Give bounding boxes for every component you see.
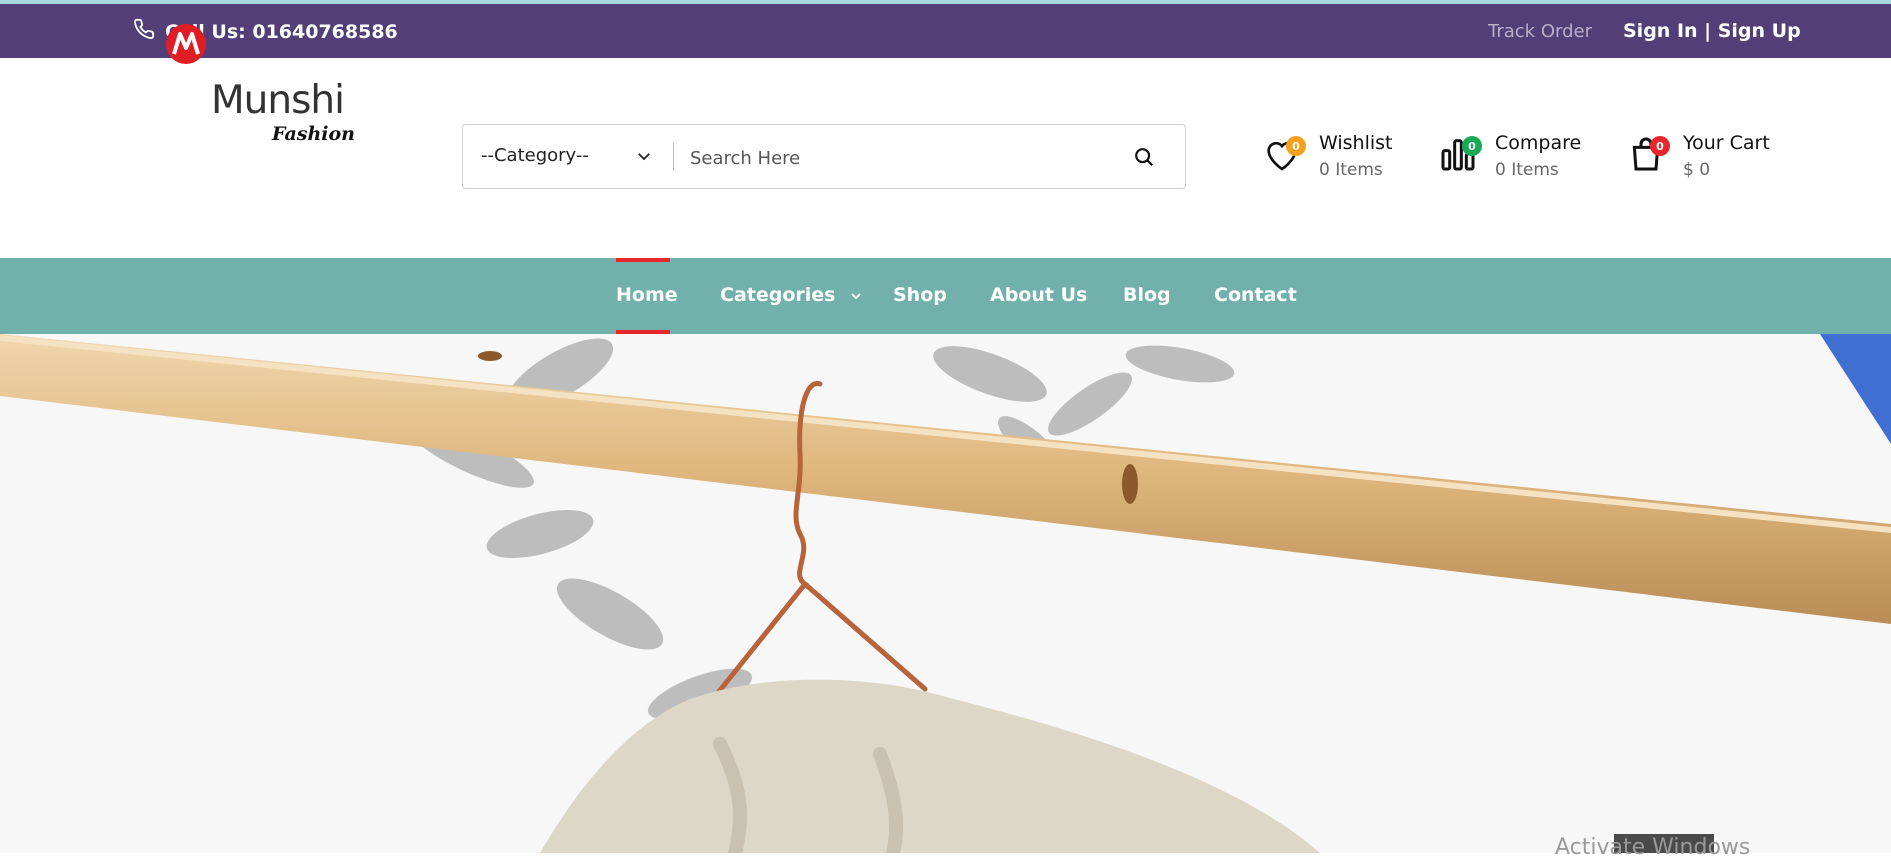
- top-bar: Call Us: 01640768586 Track Order Sign In…: [0, 4, 1891, 58]
- search-divider: [673, 143, 674, 171]
- logo-sub: Fashion: [272, 123, 355, 145]
- compare-badge: 0: [1462, 136, 1482, 156]
- search-icon[interactable]: [1133, 146, 1155, 172]
- hero-banner-image: [0, 334, 1891, 853]
- nav-categories-label: Categories: [720, 284, 836, 306]
- nav-categories[interactable]: Categories: [720, 284, 862, 307]
- site-logo[interactable]: Munshi Fashion: [164, 24, 355, 158]
- wishlist-label: Wishlist: [1319, 132, 1393, 154]
- wishlist-badge: 0: [1286, 136, 1306, 156]
- nav-contact[interactable]: Contact: [1214, 284, 1297, 306]
- track-order-link[interactable]: Track Order: [1488, 21, 1592, 42]
- nav-about[interactable]: About Us: [990, 284, 1087, 306]
- nav-blog[interactable]: Blog: [1123, 284, 1171, 306]
- compare-count: 0 Items: [1495, 160, 1559, 180]
- logo-word: Munshi: [211, 78, 345, 123]
- cart-label: Your Cart: [1683, 132, 1770, 154]
- chevron-down-icon: [850, 285, 862, 307]
- phone-icon: [133, 18, 155, 45]
- wishlist-count: 0 Items: [1319, 160, 1383, 180]
- category-select[interactable]: --Category--: [481, 145, 589, 166]
- logo-mark-icon: [166, 24, 206, 64]
- cart-badge: 0: [1650, 136, 1670, 156]
- search-input[interactable]: [688, 133, 1152, 183]
- sign-in-sign-up-link[interactable]: Sign In | Sign Up: [1623, 20, 1801, 42]
- compare-label: Compare: [1495, 132, 1582, 154]
- windows-activation-watermark: Activate Windows: [1555, 835, 1751, 860]
- main-nav: Home Categories Shop About Us Blog Conta…: [0, 258, 1891, 334]
- nav-home[interactable]: Home: [616, 284, 678, 306]
- nav-shop[interactable]: Shop: [893, 284, 947, 306]
- search-bar: --Category--: [462, 124, 1186, 189]
- hero-illustration: [0, 334, 1891, 853]
- active-indicator-top: [616, 258, 670, 262]
- cart-total: $ 0: [1683, 160, 1711, 180]
- chevron-down-icon[interactable]: [635, 147, 653, 169]
